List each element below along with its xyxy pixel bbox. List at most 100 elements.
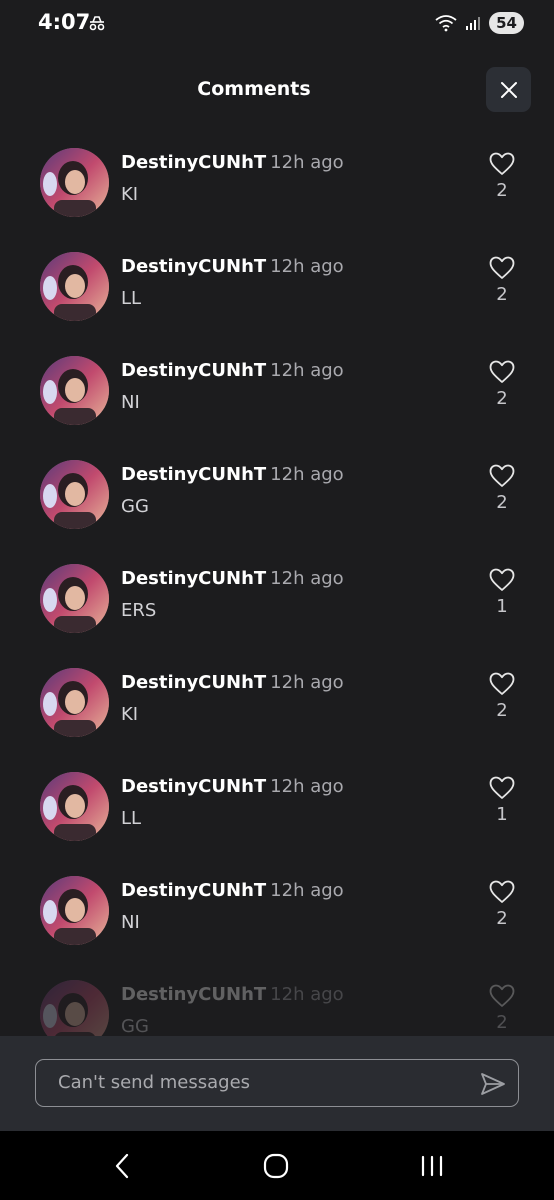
comment-header: DestinyCUNhT 12h ago: [121, 360, 344, 381]
system-nav-bar: [0, 1131, 554, 1200]
comments-screen: 4:07 54 Comments DestinyCUNhT 12h ago KI…: [0, 0, 554, 1200]
comment-row[interactable]: DestinyCUNhT 12h ago LL 2: [0, 244, 554, 348]
avatar[interactable]: [40, 772, 109, 841]
heart-icon: [489, 464, 515, 487]
comment-text: KI: [121, 704, 139, 725]
comment-row[interactable]: DestinyCUNhT 12h ago ERS 1: [0, 556, 554, 660]
username[interactable]: DestinyCUNhT: [121, 880, 266, 901]
comment-header: DestinyCUNhT 12h ago: [121, 984, 344, 1005]
comment-timestamp: 12h ago: [270, 360, 344, 381]
recents-button[interactable]: [412, 1149, 452, 1183]
comment-header: DestinyCUNhT 12h ago: [121, 672, 344, 693]
back-button[interactable]: [102, 1149, 142, 1183]
message-input[interactable]: Can't send messages: [35, 1059, 519, 1107]
page-title: Comments: [197, 78, 311, 100]
comment-row[interactable]: DestinyCUNhT 12h ago NI 2: [0, 348, 554, 452]
comment-text: ERS: [121, 600, 157, 621]
username[interactable]: DestinyCUNhT: [121, 464, 266, 485]
comment-input-bar: Can't send messages: [0, 1036, 554, 1131]
home-icon: [263, 1153, 289, 1179]
comment-header: DestinyCUNhT 12h ago: [121, 464, 344, 485]
heart-icon: [489, 568, 515, 591]
like-count: 2: [496, 388, 508, 409]
comment-row[interactable]: DestinyCUNhT 12h ago LL 1: [0, 764, 554, 868]
comment-timestamp: 12h ago: [270, 984, 344, 1005]
like-button[interactable]: 2: [486, 360, 518, 424]
avatar[interactable]: [40, 356, 109, 425]
back-icon: [115, 1153, 129, 1179]
like-button[interactable]: 1: [486, 568, 518, 632]
like-count: 2: [496, 492, 508, 513]
username[interactable]: DestinyCUNhT: [121, 568, 266, 589]
like-count: 2: [496, 908, 508, 929]
comment-text: NI: [121, 912, 140, 933]
like-button[interactable]: 2: [486, 256, 518, 320]
like-count: 1: [496, 804, 508, 825]
comment-text: NI: [121, 392, 140, 413]
username[interactable]: DestinyCUNhT: [121, 360, 266, 381]
comment-row[interactable]: DestinyCUNhT 12h ago NI 2: [0, 868, 554, 972]
comment-text: LL: [121, 288, 142, 309]
username[interactable]: DestinyCUNhT: [121, 672, 266, 693]
like-count: 2: [496, 180, 508, 201]
like-count: 2: [496, 284, 508, 305]
heart-icon: [489, 360, 515, 383]
comment-row[interactable]: DestinyCUNhT 12h ago GG 2: [0, 452, 554, 556]
comment-timestamp: 12h ago: [270, 256, 344, 277]
comment-text: KI: [121, 184, 139, 205]
wifi-icon: [435, 15, 457, 32]
heart-icon: [489, 672, 515, 695]
comment-timestamp: 12h ago: [270, 672, 344, 693]
comment-timestamp: 12h ago: [270, 464, 344, 485]
username[interactable]: DestinyCUNhT: [121, 152, 266, 173]
avatar[interactable]: [40, 564, 109, 633]
comment-text: GG: [121, 1016, 149, 1037]
message-input-placeholder: Can't send messages: [58, 1072, 251, 1093]
avatar[interactable]: [40, 252, 109, 321]
status-right: 54: [435, 12, 524, 34]
comment-timestamp: 12h ago: [270, 776, 344, 797]
signal-icon: [466, 17, 481, 30]
heart-icon: [489, 776, 515, 799]
like-count: 1: [496, 596, 508, 617]
like-button[interactable]: 2: [486, 464, 518, 528]
like-button[interactable]: 1: [486, 776, 518, 840]
comment-header: DestinyCUNhT 12h ago: [121, 568, 344, 589]
status-time: 4:07: [38, 10, 91, 34]
incognito-icon: [89, 16, 105, 31]
close-icon: [500, 81, 517, 98]
heart-icon: [489, 256, 515, 279]
recents-icon: [421, 1155, 443, 1177]
comment-header: DestinyCUNhT 12h ago: [121, 152, 344, 173]
like-button[interactable]: 2: [486, 152, 518, 216]
comment-timestamp: 12h ago: [270, 568, 344, 589]
avatar[interactable]: [40, 876, 109, 945]
comment-row[interactable]: DestinyCUNhT 12h ago KI 2: [0, 140, 554, 244]
heart-icon: [489, 984, 515, 1007]
status-bar: 4:07 54: [0, 0, 554, 50]
comment-header: DestinyCUNhT 12h ago: [121, 256, 344, 277]
comment-text: LL: [121, 808, 142, 829]
comment-header: DestinyCUNhT 12h ago: [121, 776, 344, 797]
home-button[interactable]: [256, 1149, 296, 1183]
send-icon[interactable]: [480, 1072, 506, 1096]
avatar[interactable]: [40, 148, 109, 217]
avatar[interactable]: [40, 460, 109, 529]
battery-indicator: 54: [489, 12, 524, 34]
comment-timestamp: 12h ago: [270, 880, 344, 901]
like-count: 2: [496, 700, 508, 721]
username[interactable]: DestinyCUNhT: [121, 984, 266, 1005]
heart-icon: [489, 152, 515, 175]
comment-timestamp: 12h ago: [270, 152, 344, 173]
username[interactable]: DestinyCUNhT: [121, 256, 266, 277]
comment-header: DestinyCUNhT 12h ago: [121, 880, 344, 901]
heart-icon: [489, 880, 515, 903]
like-button[interactable]: 2: [486, 672, 518, 736]
like-button[interactable]: 2: [486, 880, 518, 944]
comment-row[interactable]: DestinyCUNhT 12h ago KI 2: [0, 660, 554, 764]
like-count: 2: [496, 1012, 508, 1033]
close-button[interactable]: [486, 67, 531, 112]
avatar[interactable]: [40, 668, 109, 737]
username[interactable]: DestinyCUNhT: [121, 776, 266, 797]
comment-text: GG: [121, 496, 149, 517]
